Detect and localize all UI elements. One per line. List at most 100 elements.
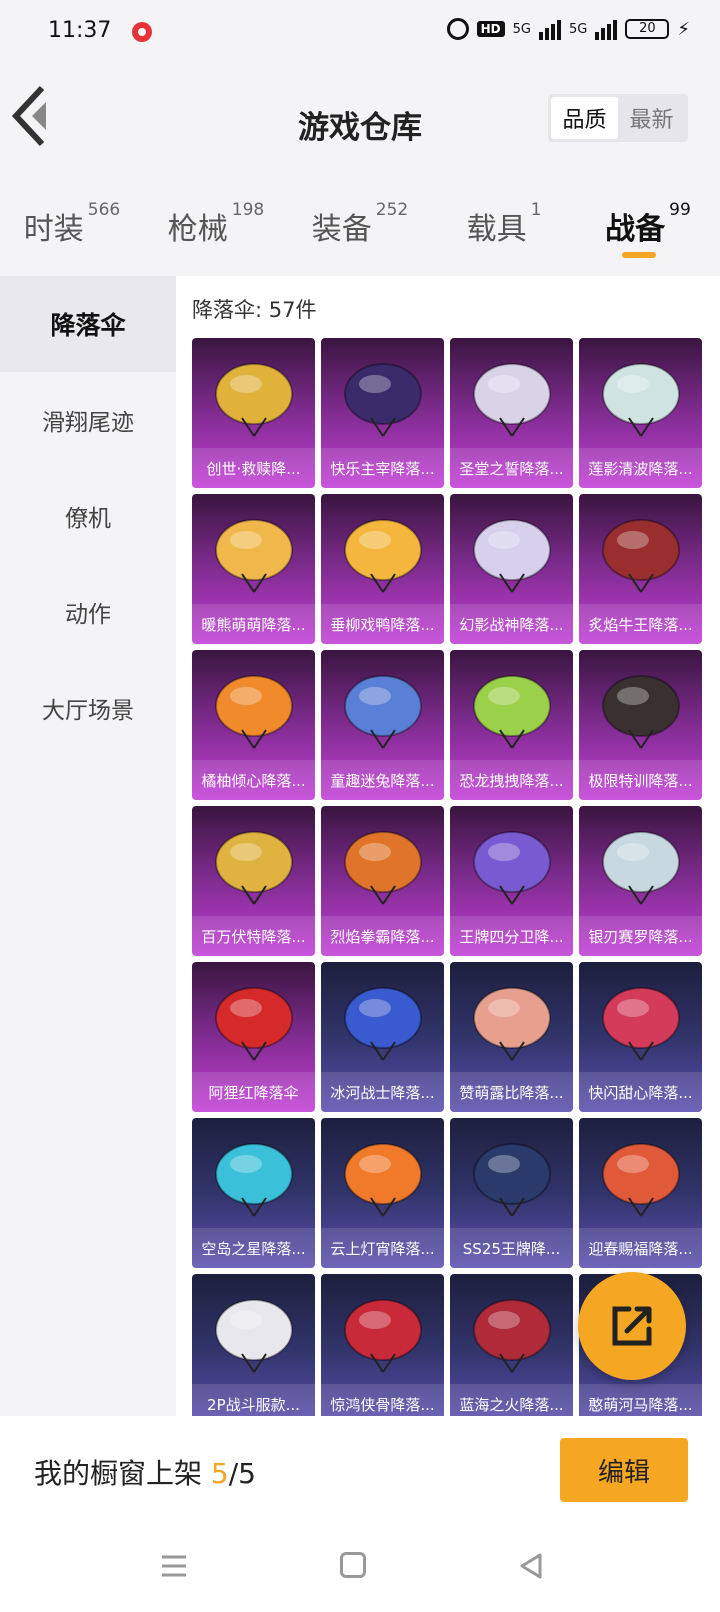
parachute-icon xyxy=(602,519,680,593)
parachute-card[interactable]: 恐龙拽拽降落... xyxy=(450,650,573,800)
parachute-name: 空岛之星降落... xyxy=(192,1228,315,1268)
parachute-card[interactable]: 快闪甜心降落... xyxy=(579,962,702,1112)
parachute-card[interactable]: 云上灯宵降落... xyxy=(321,1118,444,1268)
parachute-name: 莲影清波降落... xyxy=(579,448,702,488)
parachute-card[interactable]: 银刃赛罗降落... xyxy=(579,806,702,956)
share-button[interactable] xyxy=(578,1272,686,1380)
parachute-name: 蓝海之火降落... xyxy=(450,1384,573,1416)
parachute-icon xyxy=(473,831,551,905)
status-icons: HD 5G 5G 20 ⚡ xyxy=(446,18,690,40)
signal-icon-1 xyxy=(539,18,561,40)
parachute-icon xyxy=(344,1143,422,1217)
sidebar-item-wingman[interactable]: 僚机 xyxy=(0,468,176,564)
network-type-1: 5G xyxy=(512,21,531,37)
sort-by-newest[interactable]: 最新 xyxy=(618,97,685,139)
parachute-card[interactable]: 王牌四分卫降... xyxy=(450,806,573,956)
sort-by-quality[interactable]: 品质 xyxy=(551,97,618,139)
parachute-icon xyxy=(215,987,293,1061)
parachute-card[interactable]: 冰河战士降落... xyxy=(321,962,444,1112)
parachute-name: SS25王牌降... xyxy=(450,1228,573,1268)
tab-battle-gear[interactable]: 战备 99 xyxy=(576,180,720,276)
parachute-name: 橘柚倾心降落... xyxy=(192,760,315,800)
parachute-icon xyxy=(215,831,293,905)
parachute-icon xyxy=(473,363,551,437)
alarm-icon xyxy=(446,18,469,40)
sidebar-item-glide-trail[interactable]: 滑翔尾迹 xyxy=(0,372,176,468)
showcase-current: 5 xyxy=(210,1457,229,1490)
parachute-card[interactable]: 童趣迷兔降落... xyxy=(321,650,444,800)
parachute-name: 创世·救赎降... xyxy=(192,448,315,488)
parachute-card[interactable]: 迎春赐福降落... xyxy=(579,1118,702,1268)
parachute-card[interactable]: 阿狸红降落伞 xyxy=(192,962,315,1112)
parachute-card[interactable]: 暖熊萌萌降落... xyxy=(192,494,315,644)
parachute-card[interactable]: 圣堂之誓降落... xyxy=(450,338,573,488)
parachute-name: 烈焰拳霸降落... xyxy=(321,916,444,956)
tab-count: 1 xyxy=(530,200,542,220)
tab-equipment[interactable]: 装备 252 xyxy=(288,180,432,276)
home-icon[interactable] xyxy=(340,1552,366,1578)
parachute-icon xyxy=(344,675,422,749)
parachute-card[interactable]: 极限特训降落... xyxy=(579,650,702,800)
parachute-card[interactable]: 蓝海之火降落... xyxy=(450,1274,573,1416)
menu-icon[interactable] xyxy=(160,1554,188,1578)
sidebar-item-emote[interactable]: 动作 xyxy=(0,564,176,660)
parachute-card[interactable]: 2P战斗服款... xyxy=(192,1274,315,1416)
parachute-icon xyxy=(215,519,293,593)
parachute-card[interactable]: 莲影清波降落... xyxy=(579,338,702,488)
parachute-name: 惊鸿侠骨降落... xyxy=(321,1384,444,1416)
system-navigation xyxy=(0,1532,720,1612)
parachute-card[interactable]: 赞萌露比降落... xyxy=(450,962,573,1112)
parachute-name: 垂柳戏鸭降落... xyxy=(321,604,444,644)
sidebar-item-parachute[interactable]: 降落伞 xyxy=(0,276,176,372)
notification-app-icon xyxy=(132,22,152,42)
showcase-prefix: 我的橱窗上架 xyxy=(34,1457,211,1490)
parachute-name: 迎春赐福降落... xyxy=(579,1228,702,1268)
parachute-icon xyxy=(473,675,551,749)
parachute-card[interactable]: 空岛之星降落... xyxy=(192,1118,315,1268)
parachute-card[interactable]: 惊鸿侠骨降落... xyxy=(321,1274,444,1416)
parachute-icon xyxy=(215,1143,293,1217)
parachute-card[interactable]: 垂柳戏鸭降落... xyxy=(321,494,444,644)
parachute-name: 冰河战士降落... xyxy=(321,1072,444,1112)
parachute-icon xyxy=(215,363,293,437)
active-tab-indicator xyxy=(622,252,656,258)
parachute-icon xyxy=(344,1299,422,1373)
tab-count: 198 xyxy=(231,200,265,220)
parachute-name: 快乐主宰降落... xyxy=(321,448,444,488)
parachute-name: 幻影战神降落... xyxy=(450,604,573,644)
parachute-icon xyxy=(215,1299,293,1373)
edit-button[interactable]: 编辑 xyxy=(560,1438,688,1502)
category-tabs: 时装 566 枪械 198 装备 252 载具 1 战备 99 xyxy=(0,180,720,276)
tab-label: 装备 xyxy=(311,212,372,247)
tab-vehicles[interactable]: 载具 1 xyxy=(432,180,576,276)
nav-back-icon[interactable] xyxy=(518,1552,544,1580)
parachute-card[interactable]: 创世·救赎降... xyxy=(192,338,315,488)
tab-fashion[interactable]: 时装 566 xyxy=(0,180,144,276)
parachute-card[interactable]: 橘柚倾心降落... xyxy=(192,650,315,800)
parachute-name: 云上灯宵降落... xyxy=(321,1228,444,1268)
sidebar-item-lobby-scene[interactable]: 大厅场景 xyxy=(0,660,176,756)
status-bar: 11:37 HD 5G 5G 20 ⚡ xyxy=(0,0,720,64)
charging-icon: ⚡ xyxy=(677,18,690,40)
item-grid-area: 降落伞: 57件 创世·救赎降... 快乐主宰降落... 圣堂之誓降落... 莲影清波… xyxy=(176,276,720,1416)
parachute-icon xyxy=(602,987,680,1061)
parachute-name: 童趣迷兔降落... xyxy=(321,760,444,800)
status-time: 11:37 xyxy=(48,18,112,43)
tab-count: 252 xyxy=(375,200,409,220)
parachute-card[interactable]: 幻影战神降落... xyxy=(450,494,573,644)
parachute-card[interactable]: 快乐主宰降落... xyxy=(321,338,444,488)
parachute-card[interactable]: 烈焰拳霸降落... xyxy=(321,806,444,956)
parachute-card[interactable]: SS25王牌降... xyxy=(450,1118,573,1268)
parachute-icon xyxy=(344,831,422,905)
parachute-name: 银刃赛罗降落... xyxy=(579,916,702,956)
parachute-name: 赞萌露比降落... xyxy=(450,1072,573,1112)
parachute-name: 百万伏特降落... xyxy=(192,916,315,956)
sidebar: 降落伞 滑翔尾迹 僚机 动作 大厅场景 xyxy=(0,276,176,1416)
parachute-card[interactable]: 炙焰牛王降落... xyxy=(579,494,702,644)
tab-guns[interactable]: 枪械 198 xyxy=(144,180,288,276)
showcase-bar: 我的橱窗上架 5/5 编辑 xyxy=(0,1416,720,1532)
parachute-icon xyxy=(602,1143,680,1217)
parachute-card[interactable]: 百万伏特降落... xyxy=(192,806,315,956)
parachute-name: 恐龙拽拽降落... xyxy=(450,760,573,800)
parachute-icon xyxy=(215,675,293,749)
